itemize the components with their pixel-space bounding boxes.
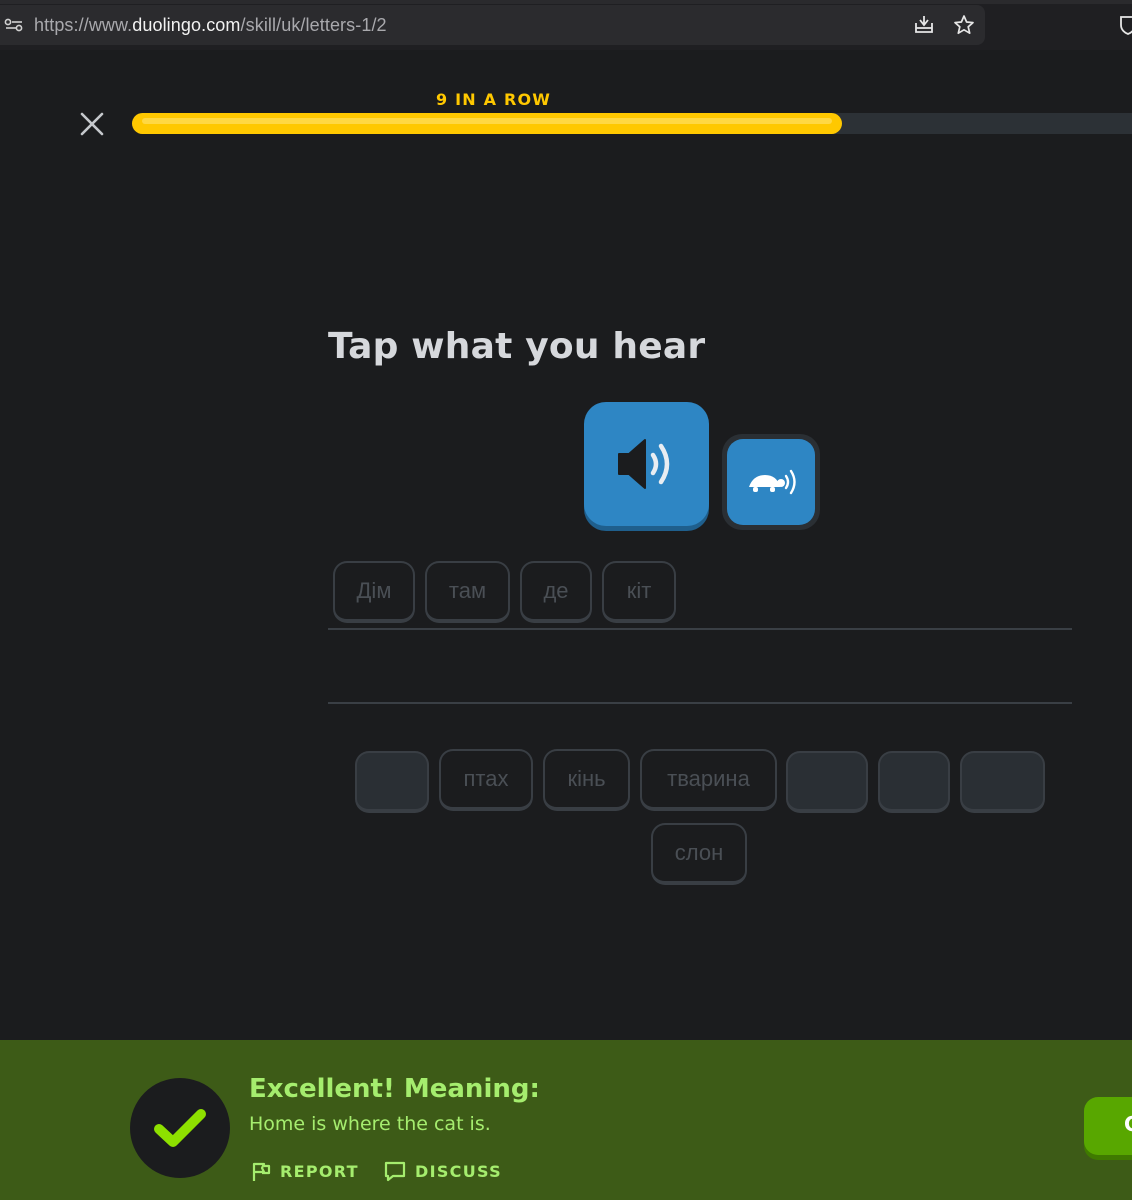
answer-tile[interactable]: де — [520, 561, 592, 623]
speaker-icon — [617, 439, 669, 489]
slow-audio-button-frame — [722, 434, 820, 530]
streak-label: 9 IN A ROW — [436, 90, 552, 109]
close-lesson-button[interactable] — [76, 108, 108, 140]
continue-label: C — [1124, 1112, 1132, 1136]
close-icon — [80, 112, 104, 136]
lesson-progress-bar — [132, 113, 1132, 134]
word-bank-tile[interactable]: птах — [439, 749, 533, 811]
play-slow-audio-button[interactable] — [727, 439, 815, 525]
discuss-label: DISCUSS — [415, 1161, 502, 1181]
word-bank-tile[interactable]: тварина — [640, 749, 777, 811]
answer-tile[interactable]: Дім — [333, 561, 415, 623]
challenge-title: Tap what you hear — [328, 326, 706, 367]
url-text[interactable]: https://www.duolingo.com/skill/uk/letter… — [34, 15, 387, 36]
discuss-button[interactable]: DISCUSS — [383, 1160, 502, 1182]
feedback-title: Excellent! Meaning: — [249, 1074, 540, 1104]
extension-shield-icon[interactable] — [1118, 14, 1132, 36]
word-bank-tile-used — [355, 751, 429, 813]
word-bank-tile-used — [786, 751, 868, 813]
site-settings-icon[interactable] — [4, 15, 24, 35]
turtle-icon — [749, 469, 796, 495]
answer-line — [328, 628, 1072, 630]
word-bank-tile[interactable]: слон — [651, 823, 747, 885]
word-bank-tile-used — [960, 751, 1045, 813]
address-bar[interactable]: https://www.duolingo.com/skill/uk/letter… — [0, 5, 985, 45]
url-host: duolingo.com — [132, 14, 241, 35]
flag-icon — [252, 1162, 271, 1181]
word-bank-tile-used — [878, 751, 950, 813]
comment-icon — [384, 1161, 406, 1182]
progress-fill — [132, 113, 842, 134]
report-button[interactable]: REPORT — [250, 1160, 359, 1182]
address-bar-actions — [911, 12, 977, 38]
answer-line — [328, 702, 1072, 704]
browser-toolbar: https://www.duolingo.com/skill/uk/letter… — [0, 0, 1132, 50]
checkmark-icon — [154, 1109, 206, 1147]
play-audio-button[interactable] — [584, 402, 709, 526]
url-path: /skill/uk/letters-1/2 — [240, 14, 387, 35]
save-to-pocket-icon[interactable] — [911, 12, 937, 38]
word-bank-tile[interactable]: кінь — [543, 749, 630, 811]
report-label: REPORT — [280, 1161, 359, 1181]
success-badge — [130, 1078, 230, 1178]
bookmark-star-icon[interactable] — [951, 12, 977, 38]
url-prefix: https://www. — [34, 14, 133, 35]
answer-tile[interactable]: там — [425, 561, 510, 623]
window-top-edge — [0, 0, 1132, 4]
progress-shine — [142, 118, 832, 124]
continue-button[interactable]: C — [1084, 1097, 1132, 1155]
answer-tile[interactable]: кіт — [602, 561, 676, 623]
feedback-meaning: Home is where the cat is. — [249, 1113, 491, 1135]
